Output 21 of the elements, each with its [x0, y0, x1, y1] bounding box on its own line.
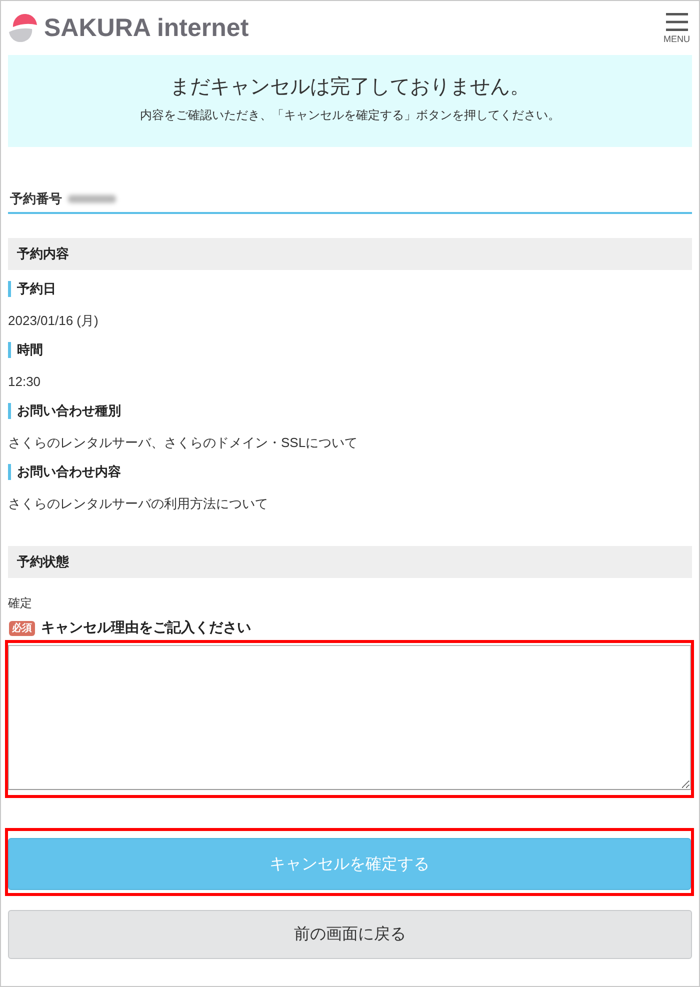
- field-value: さくらのレンタルサーバ、さくらのドメイン・SSLについて: [8, 434, 359, 452]
- field-value: 2023/01/16 (月): [8, 312, 100, 330]
- notice-title: まだキャンセルは完了しておりません。: [169, 75, 531, 99]
- field-label: 時間: [8, 342, 692, 358]
- logo-icon: [8, 14, 38, 42]
- required-badge: 必須: [9, 620, 35, 636]
- section-header: 予約内容: [8, 238, 692, 270]
- field-label: お問い合わせ内容: [8, 464, 692, 480]
- field-value: さくらのレンタルサーバの利用方法について: [8, 495, 269, 513]
- field-value: 確定: [8, 595, 33, 612]
- logo-text: SAKURA internet: [44, 14, 249, 42]
- field-label: お問い合わせ種別: [8, 403, 692, 419]
- reservation-number-label: 予約番号: [10, 190, 62, 208]
- reason-label: キャンセル理由をご記入ください: [41, 619, 251, 637]
- menu-button[interactable]: MENU: [664, 12, 690, 44]
- menu-icon: [666, 12, 688, 30]
- field-label: 予約日: [8, 281, 692, 297]
- notice-message: 内容をご確認いただき、「キャンセルを確定する」ボタンを押してください。: [139, 107, 561, 123]
- section-header: 予約状態: [8, 546, 692, 578]
- field-value: 12:30: [8, 373, 42, 391]
- back-button[interactable]: 前の画面に戻る: [8, 910, 692, 959]
